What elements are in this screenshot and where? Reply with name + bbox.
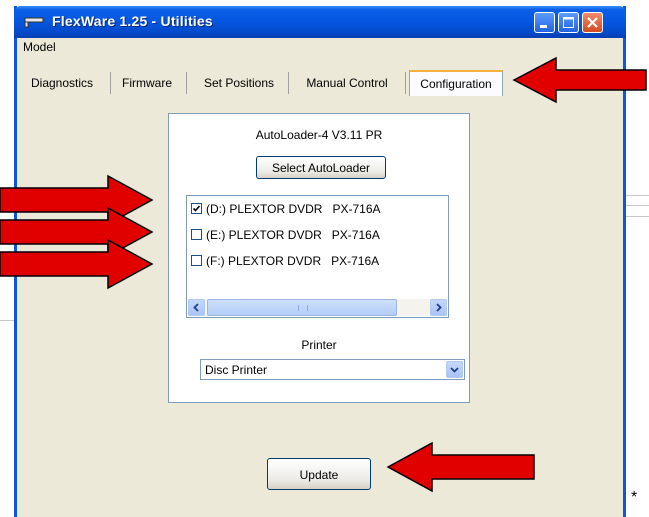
background-line — [622, 216, 649, 217]
drive-list[interactable]: (D:) PLEXTOR DVDR PX-716A (E:) PLEXTOR D… — [186, 195, 449, 318]
drive-f-checkbox[interactable] — [191, 255, 202, 266]
configuration-panel: AutoLoader-4 V3.11 PR Select AutoLoader … — [168, 113, 470, 403]
checkmark-icon — [192, 205, 201, 212]
background-line — [622, 205, 649, 206]
tab-divider — [405, 72, 406, 94]
tab-divider — [110, 72, 111, 94]
menu-bar: Model — [17, 38, 623, 56]
maximize-button[interactable] — [558, 12, 579, 33]
minimize-icon — [540, 25, 547, 28]
drive-e-checkbox[interactable] — [191, 229, 202, 240]
minimize-button[interactable] — [534, 12, 555, 33]
tab-configuration[interactable]: Configuration — [409, 70, 503, 96]
autoloader-title: AutoLoader-4 V3.11 PR — [255, 128, 383, 142]
update-button[interactable]: Update — [267, 458, 371, 490]
close-button[interactable] — [582, 12, 603, 33]
grip-icon — [298, 305, 308, 311]
tab-divider — [186, 72, 187, 94]
tab-manual-control[interactable]: Manual Control — [293, 72, 401, 94]
maximize-icon — [563, 17, 574, 28]
tab-firmware[interactable]: Firmware — [114, 72, 180, 94]
arrow-pointing-configuration-tab-icon — [512, 56, 647, 104]
list-item-drive-e[interactable]: (E:) PLEXTOR DVDR PX-716A — [191, 226, 380, 244]
scroll-right-button[interactable] — [430, 299, 447, 316]
printer-select[interactable]: Disc Printer — [200, 359, 465, 380]
background-line — [0, 320, 14, 321]
printer-select-value: Disc Printer — [205, 363, 268, 377]
scroll-left-button[interactable] — [188, 299, 205, 316]
close-icon — [587, 17, 598, 28]
window-title: FlexWare 1.25 - Utilities — [52, 13, 213, 29]
chevron-down-icon — [450, 367, 459, 373]
drive-d-label: (D:) PLEXTOR DVDR PX-716A — [206, 202, 381, 216]
dropdown-button[interactable] — [446, 361, 463, 378]
title-bar[interactable]: FlexWare 1.25 - Utilities — [14, 6, 626, 38]
footnote-asterisk: * — [631, 489, 638, 506]
list-item-drive-d[interactable]: (D:) PLEXTOR DVDR PX-716A — [191, 200, 381, 218]
menu-model[interactable]: Model — [23, 40, 56, 54]
drive-f-label: (F:) PLEXTOR DVDR PX-716A — [206, 254, 380, 268]
list-item-drive-f[interactable]: (F:) PLEXTOR DVDR PX-716A — [191, 252, 379, 270]
tab-divider — [288, 72, 289, 94]
arrow-pointing-drive-f-icon — [0, 238, 154, 290]
drive-e-label: (E:) PLEXTOR DVDR PX-716A — [206, 228, 380, 242]
background-line — [622, 195, 649, 196]
horizontal-scrollbar[interactable] — [188, 299, 447, 316]
chevron-left-icon — [193, 303, 199, 312]
select-autoloader-button[interactable]: Select AutoLoader — [256, 156, 386, 179]
arrow-pointing-update-button-icon — [386, 441, 535, 493]
tab-diagnostics[interactable]: Diagnostics — [25, 72, 99, 94]
drive-d-checkbox[interactable] — [191, 203, 202, 214]
tab-set-positions[interactable]: Set Positions — [191, 72, 287, 94]
printer-label: Printer — [301, 338, 337, 352]
chevron-right-icon — [436, 303, 442, 312]
scroll-thumb[interactable] — [207, 299, 397, 316]
app-icon — [24, 17, 44, 28]
